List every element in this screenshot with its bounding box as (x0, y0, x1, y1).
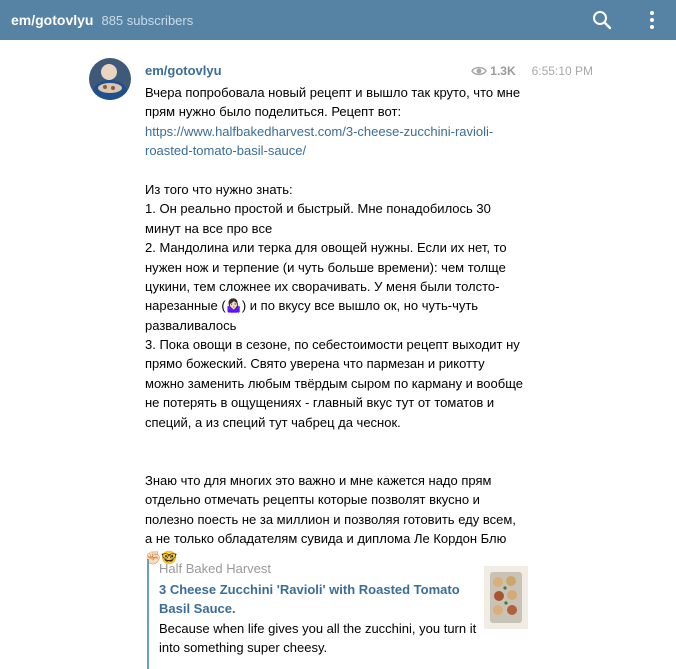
text-line: нужен нож и терпение (и чуть больше врем… (145, 259, 506, 275)
text-line: цукини, тем сложнее их сворачивать. У ме… (145, 278, 500, 294)
message-text: Вчера попробовала новый рецепт и вышло т… (145, 83, 525, 568)
views-eye-icon (471, 66, 488, 76)
channel-title[interactable]: em/gotovlyu (11, 12, 93, 28)
text-line: Вчера попробовала новый рецепт и вышло т… (145, 85, 521, 100)
more-vert-icon (650, 11, 654, 29)
preview-site-name: Half Baked Harvest (159, 561, 271, 576)
text-line: 2. Мандолина или терка для овощей нужны.… (145, 240, 507, 256)
text-line: можно заменить любым твёрдым сыром по ка… (145, 375, 523, 391)
message-author[interactable]: em/gotovlyu (145, 63, 222, 78)
text-line: полезно поесть не за миллион и позволяя … (145, 511, 516, 527)
search-button[interactable] (588, 6, 616, 34)
text-line: 3. Пока овощи в сезоне, по себестоимости… (145, 337, 520, 353)
text-line: 1. Он реально простой и быстрый. Мне пон… (145, 201, 491, 217)
recipe-link[interactable]: roasted-tomato-basil-sauce/ (145, 141, 525, 160)
text-line: нарезанные (🤷🏻‍♀️) и по вкусу все вышло … (145, 298, 479, 314)
text-line: прямо божеский. Свято уверена что пармез… (145, 356, 485, 372)
recipe-link[interactable]: https://www.halfbakedharvest.com/3-chees… (145, 122, 525, 141)
search-icon (593, 11, 612, 30)
text-line: а не только обладателям сувида и диплома… (145, 530, 507, 546)
avatar-photo-icon (89, 58, 131, 100)
preview-description: Because when life gives you all the zucc… (159, 621, 477, 655)
preview-title[interactable]: 3 Cheese Zucchini 'Ravioli' with Roasted… (159, 580, 479, 618)
text-line: отдельно отмечать рецепты которые позвол… (145, 492, 480, 508)
subscriber-count: 885 subscribers (101, 12, 194, 28)
text-line: разваливалось (145, 317, 237, 333)
link-preview[interactable]: Half Baked Harvest 3 Cheese Zucchini 'Ra… (147, 559, 534, 669)
preview-thumbnail[interactable] (484, 566, 528, 629)
more-menu-button[interactable] (638, 6, 666, 34)
text-line: Из того что нужно знать: (145, 181, 293, 197)
channel-avatar[interactable] (89, 58, 131, 100)
text-line: Знаю что для многих это важно и мне каже… (145, 472, 492, 488)
view-count: 1.3K (490, 64, 516, 78)
text-line: минут на все про все (145, 220, 273, 236)
channel-header: em/gotovlyu 885 subscribers (0, 0, 676, 40)
text-line: не потерять в ощущениях - главный вкус т… (145, 395, 495, 411)
message-time: 6:55:10 PM (531, 64, 593, 78)
food-photo-icon (484, 566, 528, 629)
header-actions (588, 0, 676, 40)
text-line: прям нужно было поделиться. Рецепт вот: (145, 104, 402, 120)
text-line: специй, а из специй тут чабрец да чеснок… (145, 414, 401, 430)
message-meta: 1.3K 6:55:10 PM (471, 64, 593, 78)
